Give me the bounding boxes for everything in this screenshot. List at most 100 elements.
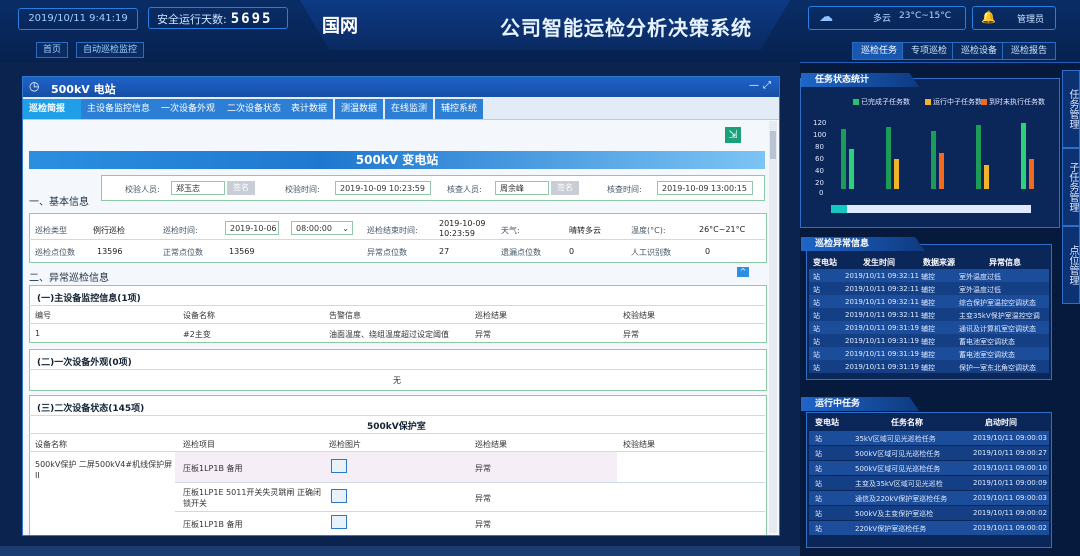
- table-cell: 综合保护室温控空调状态: [959, 299, 1036, 307]
- sub3-title: (三)二次设备状态(145项): [37, 404, 145, 414]
- maximize-icon[interactable]: ⤢: [763, 80, 771, 91]
- collapse-icon[interactable]: ^: [737, 267, 749, 277]
- y-tick: 100: [813, 131, 827, 139]
- reviewer-label: 校验人员:: [125, 185, 160, 194]
- sub3-header-item: 巡检项目: [183, 440, 215, 449]
- tab-main-monitor[interactable]: 主设备监控信息: [81, 99, 157, 119]
- table-cell: 站: [815, 495, 822, 503]
- tab-auxiliary[interactable]: 辅控系统: [435, 99, 484, 119]
- date-input[interactable]: 2019-10-06: [225, 221, 279, 235]
- legend-done: 已完成子任务数: [853, 97, 910, 107]
- tab-briefing[interactable]: 巡检简报: [23, 99, 81, 119]
- window-title: 500kV 电站: [51, 83, 116, 96]
- legend-swatch: [853, 99, 859, 105]
- table-cell: 辅控: [921, 299, 935, 307]
- table-cell: 2019/10/11 09:00:03: [973, 434, 1048, 442]
- nav-tab-devices[interactable]: 巡检设备: [952, 42, 1007, 60]
- breadcrumb-current[interactable]: 自动巡检监控: [76, 42, 145, 58]
- table-cell: 主变35kV保护室温控空调: [959, 312, 1040, 320]
- scrollbar[interactable]: [769, 121, 777, 533]
- clock-icon: ◷: [29, 79, 40, 93]
- image-icon[interactable]: [331, 489, 347, 503]
- table-cell: 辅控: [921, 286, 935, 294]
- table-cell: 站: [815, 435, 822, 443]
- report-window: ◷ 500kV 电站 — ⤢ 巡检简报 主设备监控信息 一次设备外观 二次设备状…: [22, 76, 780, 536]
- export-icon[interactable]: ⇲: [725, 127, 741, 143]
- breadcrumb-home[interactable]: 首页: [36, 42, 69, 58]
- sub1-header-device: 设备名称: [183, 311, 215, 320]
- tab-secondary-status[interactable]: 二次设备状态: [221, 99, 288, 119]
- table-cell: 2019/10/11 09:00:03: [973, 494, 1048, 502]
- type-label: 巡检类型: [35, 226, 67, 235]
- side-tab-subtask-mgmt[interactable]: 子任务管理: [1062, 148, 1080, 226]
- y-tick: 20: [815, 179, 824, 187]
- points-value: 13596: [97, 247, 123, 256]
- table-cell: 站: [815, 465, 822, 473]
- safe-days-label: 安全运行天数:: [157, 13, 227, 26]
- tab-primary-appearance[interactable]: 一次设备外观: [155, 99, 222, 119]
- temp-value: 26°C~21°C: [699, 225, 746, 234]
- table-cell: 辅控: [921, 312, 935, 320]
- table-cell: 站: [813, 338, 820, 346]
- sub3-row3-item: 压板1LP1B 备用: [183, 520, 243, 529]
- table-cell: 500kV区域可见光巡检任务: [855, 465, 941, 473]
- table-cell: 2019/10/11 09:00:27: [973, 449, 1048, 457]
- end-time-date: 2019-10-09: [439, 219, 486, 228]
- sub1-header-check: 校验结果: [623, 311, 655, 320]
- table-cell: 站: [815, 525, 822, 533]
- time-label: 巡检时间:: [163, 226, 198, 235]
- normal-value: 13569: [229, 247, 255, 256]
- tab-temperature-data[interactable]: 测温数据: [335, 99, 384, 119]
- abnormal-header-source: 数据来源: [923, 258, 955, 267]
- side-tab-task-mgmt[interactable]: 任务管理: [1062, 70, 1080, 148]
- sub1-title: (一)主设备监控信息(1项): [37, 294, 141, 304]
- reviewer-sign-button[interactable]: 签名: [227, 181, 255, 195]
- nav-tab-tasks[interactable]: 巡检任务: [852, 42, 907, 60]
- audit-time-input[interactable]: 2019-10-09 13:00:15: [657, 181, 753, 195]
- cloud-icon: ☁: [819, 9, 833, 25]
- running-header-station: 变电站: [815, 418, 839, 427]
- audit-sign-button[interactable]: 签名: [551, 181, 579, 195]
- chart-bar: [1029, 159, 1034, 189]
- nav-tab-special[interactable]: 专项巡检: [902, 42, 957, 60]
- chart-bar: [1021, 123, 1026, 189]
- reviewer-input[interactable]: 郑玉志: [171, 181, 225, 195]
- table-cell: 35kV区域可见光巡检任务: [855, 435, 936, 443]
- sub1-row-id: 1: [35, 329, 41, 338]
- minimize-icon[interactable]: —: [749, 80, 759, 91]
- sub3-header-image: 巡检图片: [329, 440, 361, 449]
- sub1-header-alarm: 告警信息: [329, 311, 361, 320]
- image-icon[interactable]: [331, 459, 347, 473]
- table-cell: 2019/10/11 09:31:19: [845, 350, 920, 358]
- bell-icon[interactable]: 🔔: [981, 10, 996, 24]
- audit-input[interactable]: 周余峰: [495, 181, 549, 195]
- chart-bar: [886, 127, 891, 189]
- user-box[interactable]: 🔔 管理员: [972, 6, 1056, 30]
- review-time-input[interactable]: 2019-10-09 10:23:59: [335, 181, 431, 195]
- chart-bar: [931, 131, 936, 189]
- scrollbar-thumb[interactable]: [770, 131, 776, 159]
- table-cell: 站: [813, 364, 820, 372]
- user-name[interactable]: 管理员: [1017, 12, 1044, 25]
- legend-overdue: 到时未执行任务数: [981, 97, 1045, 107]
- nav-tab-reports[interactable]: 巡检报告: [1002, 42, 1057, 60]
- sub1-row-device: #2主变: [183, 330, 211, 339]
- window-header: ◷ 500kV 电站 — ⤢: [23, 77, 779, 97]
- sub3-row2-result: 异常: [475, 494, 491, 503]
- image-icon[interactable]: [331, 515, 347, 529]
- tab-online-monitor[interactable]: 在线监测: [385, 99, 434, 119]
- chart-bar: [976, 125, 981, 189]
- table-cell: 蓄电池室空调状态: [959, 351, 1015, 359]
- abnormal-info-title: 巡检异常信息: [801, 237, 925, 251]
- review-time-label: 校验时间:: [285, 185, 320, 194]
- table-cell: 辅控: [921, 351, 935, 359]
- hour-select[interactable]: 08:00:00 ⌄: [291, 221, 353, 235]
- table-cell: 站: [815, 450, 822, 458]
- table-cell: 辅控: [921, 325, 935, 333]
- end-time-clock: 10:23:59: [439, 229, 475, 238]
- table-cell: 500kV区域可见光巡检任务: [855, 450, 941, 458]
- abnormal-header-info: 异常信息: [989, 258, 1021, 267]
- tab-meter-data[interactable]: 表计数据: [285, 99, 334, 119]
- hour-value: 08:00:00: [296, 224, 332, 233]
- side-tab-point-mgmt[interactable]: 点位管理: [1062, 226, 1080, 304]
